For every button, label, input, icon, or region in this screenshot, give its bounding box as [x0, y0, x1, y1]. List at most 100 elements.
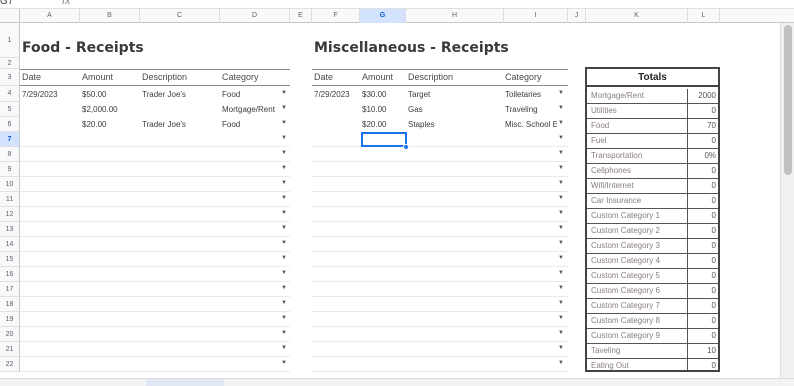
misc-row-1-category[interactable]: Toiletaries [505, 87, 557, 102]
column-header-f[interactable]: F [312, 9, 360, 23]
dropdown-arrow-icon[interactable]: ▼ [558, 315, 564, 321]
totals-value[interactable]: 10 [689, 344, 718, 359]
row-header-2[interactable]: 2 [0, 58, 20, 69]
row-header-1[interactable]: 1 [0, 23, 20, 58]
totals-value[interactable]: 0 [689, 239, 718, 254]
food-row-2-amount[interactable]: $2,000.00 [82, 102, 140, 117]
sheet-tab-active[interactable] [146, 379, 224, 386]
dropdown-arrow-icon[interactable]: ▼ [558, 150, 564, 156]
dropdown-arrow-icon[interactable]: ▼ [281, 90, 287, 96]
dropdown-arrow-icon[interactable]: ▼ [281, 360, 287, 366]
dropdown-arrow-icon[interactable]: ▼ [558, 90, 564, 96]
totals-label[interactable]: Taveling [589, 344, 688, 359]
totals-value[interactable]: 0 [689, 284, 718, 299]
dropdown-arrow-icon[interactable]: ▼ [281, 285, 287, 291]
dropdown-arrow-icon[interactable]: ▼ [558, 165, 564, 171]
totals-label[interactable]: Fuel [589, 134, 688, 149]
misc-row-2-amount[interactable]: $10.00 [362, 102, 406, 117]
row-header-10[interactable]: 10 [0, 177, 20, 192]
dropdown-arrow-icon[interactable]: ▼ [558, 345, 564, 351]
row-header-22[interactable]: 22 [0, 357, 20, 372]
row-header-13[interactable]: 13 [0, 222, 20, 237]
dropdown-arrow-icon[interactable]: ▼ [558, 360, 564, 366]
food-row-1-description[interactable]: Trader Joe's [142, 87, 220, 102]
totals-label[interactable]: Eating Out [589, 359, 688, 370]
vertical-scrollbar[interactable] [780, 23, 794, 378]
totals-value[interactable]: 0 [689, 179, 718, 194]
dropdown-arrow-icon[interactable]: ▼ [281, 330, 287, 336]
dropdown-arrow-icon[interactable]: ▼ [281, 180, 287, 186]
row-header-14[interactable]: 14 [0, 237, 20, 252]
totals-label[interactable]: Wifi/Internet [589, 179, 688, 194]
column-header-h[interactable]: H [406, 9, 504, 23]
dropdown-arrow-icon[interactable]: ▼ [281, 300, 287, 306]
selected-cell-g7[interactable] [361, 132, 407, 147]
totals-label[interactable]: Car Insurance [589, 194, 688, 209]
row-header-9[interactable]: 9 [0, 162, 20, 177]
totals-value[interactable]: 0 [689, 314, 718, 329]
totals-label[interactable]: Mortgage/Rent [589, 89, 688, 104]
dropdown-arrow-icon[interactable]: ▼ [281, 120, 287, 126]
totals-label[interactable]: Custom Category 9 [589, 329, 688, 344]
row-header-17[interactable]: 17 [0, 282, 20, 297]
dropdown-arrow-icon[interactable]: ▼ [558, 330, 564, 336]
totals-label[interactable]: Custom Category 4 [589, 254, 688, 269]
dropdown-arrow-icon[interactable]: ▼ [281, 255, 287, 261]
food-row-3-amount[interactable]: $20.00 [82, 117, 140, 132]
row-header-5[interactable]: 5 [0, 102, 20, 117]
totals-value[interactable]: 0 [689, 299, 718, 314]
row-header-7[interactable]: 7 [0, 132, 20, 147]
misc-row-2-category[interactable]: Traveling [505, 102, 557, 117]
row-header-6[interactable]: 6 [0, 117, 20, 132]
dropdown-arrow-icon[interactable]: ▼ [281, 345, 287, 351]
scrollbar-thumb[interactable] [784, 25, 792, 175]
column-header-c[interactable]: C [140, 9, 220, 23]
row-header-8[interactable]: 8 [0, 147, 20, 162]
row-header-16[interactable]: 16 [0, 267, 20, 282]
dropdown-arrow-icon[interactable]: ▼ [558, 300, 564, 306]
totals-value[interactable]: 0% [689, 149, 718, 164]
totals-label[interactable]: Custom Category 6 [589, 284, 688, 299]
dropdown-arrow-icon[interactable]: ▼ [558, 240, 564, 246]
totals-label[interactable]: Food [589, 119, 688, 134]
totals-value[interactable]: 2000 [689, 89, 718, 104]
misc-row-1-description[interactable]: Target [408, 87, 502, 102]
food-row-3-description[interactable]: Trader Joe's [142, 117, 220, 132]
dropdown-arrow-icon[interactable]: ▼ [558, 225, 564, 231]
column-header-g[interactable]: G [360, 9, 406, 23]
totals-value[interactable]: 0 [689, 269, 718, 284]
totals-value[interactable]: 0 [689, 164, 718, 179]
food-row-2-category[interactable]: Mortgage/Rent [222, 102, 280, 117]
column-header-d[interactable]: D [220, 9, 290, 23]
dropdown-arrow-icon[interactable]: ▼ [281, 165, 287, 171]
totals-value[interactable]: 0 [689, 329, 718, 344]
dropdown-arrow-icon[interactable]: ▼ [558, 210, 564, 216]
row-header-15[interactable]: 15 [0, 252, 20, 267]
column-header-b[interactable]: B [80, 9, 140, 23]
dropdown-arrow-icon[interactable]: ▼ [558, 195, 564, 201]
dropdown-arrow-icon[interactable]: ▼ [281, 135, 287, 141]
food-row-3-category[interactable]: Food [222, 117, 280, 132]
fill-handle[interactable] [403, 144, 409, 150]
dropdown-arrow-icon[interactable]: ▼ [281, 210, 287, 216]
food-row-1-category[interactable]: Food [222, 87, 280, 102]
name-box[interactable]: G7 [0, 0, 13, 7]
totals-label[interactable]: Custom Category 5 [589, 269, 688, 284]
column-header-a[interactable]: A [20, 9, 80, 23]
totals-value[interactable]: 0 [689, 224, 718, 239]
column-header-j[interactable]: J [568, 9, 586, 23]
totals-label[interactable]: Utilities [589, 104, 688, 119]
totals-label[interactable]: Custom Category 2 [589, 224, 688, 239]
totals-label[interactable]: Cellphones [589, 164, 688, 179]
dropdown-arrow-icon[interactable]: ▼ [281, 240, 287, 246]
dropdown-arrow-icon[interactable]: ▼ [558, 135, 564, 141]
row-header-19[interactable]: 19 [0, 312, 20, 327]
column-header-l[interactable]: L [688, 9, 720, 23]
dropdown-arrow-icon[interactable]: ▼ [281, 270, 287, 276]
row-header-12[interactable]: 12 [0, 207, 20, 222]
row-header-18[interactable]: 18 [0, 297, 20, 312]
dropdown-arrow-icon[interactable]: ▼ [558, 270, 564, 276]
dropdown-arrow-icon[interactable]: ▼ [281, 195, 287, 201]
totals-label[interactable]: Transportation [589, 149, 688, 164]
row-header-20[interactable]: 20 [0, 327, 20, 342]
